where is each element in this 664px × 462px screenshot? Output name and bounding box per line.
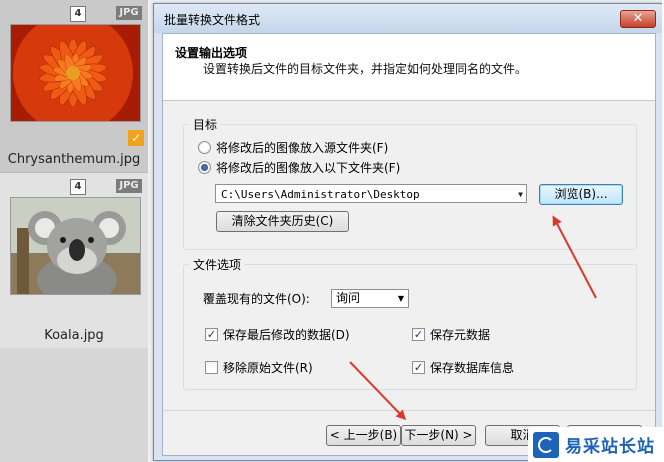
step-subtitle: 设置转换后文件的目标文件夹，并指定如何处理同名的文件。: [203, 62, 528, 76]
overwrite-select[interactable]: 询问 ▼: [331, 289, 409, 308]
wizard-header: 设置输出选项 设置转换后文件的目标文件夹，并指定如何处理同名的文件。: [163, 34, 655, 101]
checkbox-checked-icon[interactable]: ✓: [412, 328, 425, 341]
dialog-title: 批量转换文件格式: [164, 13, 261, 27]
watermark: 易采站长站: [528, 427, 664, 462]
keep-metadata-label: 保存元数据: [430, 328, 491, 342]
radio-folder-label: 将修改后的图像放入以下文件夹(F): [216, 161, 401, 175]
clear-folder-history-button[interactable]: 清除文件夹历史(C): [216, 211, 349, 232]
dropdown-arrow-icon[interactable]: ▼: [398, 290, 404, 307]
koala-image: [11, 198, 140, 294]
thumbnail-card-chrysanthemum[interactable]: 4 JPG ✓ Chrysanthemum.jpg: [0, 0, 148, 173]
remove-original-checkbox[interactable]: 移除原始文件(R): [205, 359, 313, 376]
keep-metadata-checkbox[interactable]: ✓ 保存元数据: [412, 326, 490, 343]
thumbnail-card-koala[interactable]: 4 JPG Koala.jpg: [0, 173, 148, 348]
watermark-logo-icon: [533, 431, 559, 458]
footer-separator: [163, 410, 655, 411]
overwrite-value: 询问: [336, 291, 361, 305]
checkbox-checked-icon[interactable]: ✓: [412, 361, 425, 374]
dialog-titlebar[interactable]: 批量转换文件格式 ✕: [154, 4, 662, 33]
step-title: 设置输出选项: [175, 46, 248, 60]
keep-modified-date-label: 保存最后修改的数据(D): [223, 328, 350, 342]
radio-icon[interactable]: [198, 141, 211, 154]
file-options-legend: 文件选项: [193, 258, 242, 272]
badge-filetype: JPG: [116, 179, 142, 193]
radio-specific-folder[interactable]: 将修改后的图像放入以下文件夹(F): [198, 159, 400, 176]
badge-count: 4: [70, 179, 86, 195]
close-button[interactable]: ✕: [620, 10, 656, 28]
thumbnail-filename: Koala.jpg: [44, 328, 104, 343]
close-icon: ✕: [632, 11, 644, 26]
output-folder-combo[interactable]: C:\Users\Administrator\Desktop ▼: [215, 184, 527, 203]
remove-original-label: 移除原始文件(R): [223, 361, 313, 375]
radio-source-label: 将修改后的图像放入源文件夹(F): [216, 141, 389, 155]
next-button[interactable]: 下一步(N) >: [401, 425, 476, 446]
overwrite-label: 覆盖现有的文件(O):: [203, 292, 310, 306]
badge-filetype: JPG: [116, 6, 142, 20]
radio-selected-icon[interactable]: [198, 161, 211, 174]
thumbnail-image-koala[interactable]: [10, 197, 141, 295]
badge-count: 4: [70, 6, 86, 22]
batch-convert-dialog: 批量转换文件格式 ✕ 设置输出选项 设置转换后文件的目标文件夹，并指定如何处理同…: [153, 3, 663, 461]
thumbnail-filename: Chrysanthemum.jpg: [7, 152, 141, 167]
dropdown-arrow-icon[interactable]: ▼: [518, 185, 523, 204]
thumbnail-image-chrysanthemum[interactable]: [10, 24, 141, 122]
checkbox-checked-icon[interactable]: ✓: [205, 328, 218, 341]
keep-db-info-checkbox[interactable]: ✓ 保存数据库信息: [412, 359, 514, 376]
keep-modified-date-checkbox[interactable]: ✓ 保存最后修改的数据(D): [205, 326, 350, 343]
output-folder-path: C:\Users\Administrator\Desktop: [221, 188, 420, 201]
thumbnail-panel: 4 JPG ✓ Chrysanthemum.jpg 4 JPG Koala.jp…: [0, 0, 148, 462]
chrysanthemum-image: [11, 25, 140, 121]
keep-db-info-label: 保存数据库信息: [430, 361, 515, 375]
radio-source-folder[interactable]: 将修改后的图像放入源文件夹(F): [198, 139, 388, 156]
target-legend: 目标: [193, 118, 218, 132]
checkbox-unchecked-icon[interactable]: [205, 361, 218, 374]
checkmark-icon[interactable]: ✓: [128, 130, 144, 146]
back-button[interactable]: < 上一步(B): [326, 425, 401, 446]
dialog-client-area: 设置输出选项 设置转换后文件的目标文件夹，并指定如何处理同名的文件。 目标 将修…: [162, 33, 656, 456]
watermark-text: 易采站长站: [565, 437, 655, 457]
browse-button[interactable]: 浏览(B)...: [539, 184, 623, 205]
